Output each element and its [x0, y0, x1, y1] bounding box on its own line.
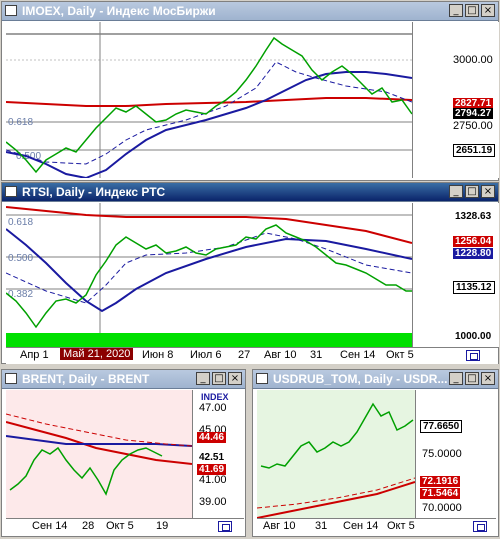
imoex-tick-3000: 3000.00 — [453, 54, 493, 66]
usdrub-date-oct5: Окт 5 — [387, 520, 415, 532]
maximize-button[interactable]: □ — [465, 185, 479, 198]
brent-tick-47: 47.00 — [199, 402, 227, 414]
imoex-price-axis[interactable]: 3000.00 2750.00 2827.71 2794.27 2651.19 — [412, 22, 499, 178]
rtsi-chart-window[interactable]: RTSI, Daily - Индекс РТС _ □ × 0.618 0.5… — [1, 182, 499, 364]
imoex-price-plot[interactable]: 0.618 0.500 — [6, 22, 412, 178]
usdrub-titlebar[interactable]: USDRUB_TOM, Daily - USDR... _ □ × — [253, 370, 498, 389]
brent-price-tag-red-upper: 44.46 — [197, 432, 227, 443]
chart-window-icon — [5, 373, 17, 384]
rtsi-date-31: 31 — [310, 349, 323, 361]
close-button[interactable]: × — [481, 4, 495, 17]
usdrub-price-tag-red-upper: 72.1916 — [420, 476, 461, 487]
imoex-price-tag-last: 2794.27 — [453, 108, 494, 119]
maximize-button[interactable]: □ — [212, 372, 226, 385]
usdrub-price-tag-last: 77.6650 — [420, 420, 463, 433]
rtsi-window-title: RTSI, Daily - Индекс РТС — [22, 185, 166, 199]
rtsi-fib-0618: 0.618 — [8, 217, 33, 228]
rtsi-ma-red — [6, 206, 412, 244]
brent-titlebar[interactable]: BRENT, Daily - BRENT _ □ × — [2, 370, 245, 389]
rtsi-price-tag-blue: 1228.80 — [453, 248, 494, 259]
close-button[interactable]: × — [481, 185, 495, 198]
imoex-ma-red — [6, 97, 412, 107]
brent-date-28: 28 — [82, 520, 95, 532]
minimize-button[interactable]: _ — [449, 372, 463, 385]
usdrub-price-axis[interactable]: 77.6650 75.0000 72.1916 71.5464 70.0000 — [415, 390, 497, 518]
brent-chart-svg — [6, 413, 192, 496]
rtsi-date-jun8: Июн 8 — [142, 349, 174, 361]
imoex-price-tag-fib: 2651.19 — [453, 144, 496, 157]
rtsi-date-sep14: Сен 14 — [340, 349, 376, 361]
rtsi-price-axis[interactable]: 1328.63 1256.04 1228.80 1135.12 1000.00 — [412, 203, 499, 347]
usdrub-tick-70: 70.0000 — [422, 502, 462, 514]
rtsi-date-apr1: Апр 1 — [20, 349, 49, 361]
brent-chart-window[interactable]: BRENT, Daily - BRENT _ □ × INDEX 47.00 4… — [1, 369, 246, 537]
usdrub-ma-red — [257, 481, 415, 518]
rtsi-titlebar[interactable]: RTSI, Daily - Индекс РТС _ □ × — [2, 183, 498, 202]
chart-window-icon — [256, 373, 268, 384]
brent-date-sep14: Сен 14 — [32, 520, 68, 532]
usdrub-date-sep14: Сен 14 — [343, 520, 379, 532]
brent-ma-blue — [6, 435, 192, 447]
brent-date-oct5: Окт 5 — [106, 520, 134, 532]
usdrub-price-plot[interactable] — [257, 390, 415, 518]
rtsi-price-tag-red: 1256.04 — [453, 236, 494, 247]
brent-price-tag-last: 42.51 — [197, 452, 227, 463]
rtsi-chart-svg: 0.618 0.500 0.382 — [6, 203, 412, 347]
usdrub-chart-window[interactable]: USDRUB_TOM, Daily - USDR... _ □ × 77.665… — [252, 369, 499, 537]
imoex-tick-2750: 2750.00 — [453, 120, 493, 132]
brent-tick-39: 39.00 — [199, 496, 227, 508]
rtsi-price-tag-high: 1328.63 — [453, 211, 494, 222]
minimize-button[interactable]: _ — [196, 372, 210, 385]
maximize-button[interactable]: □ — [465, 4, 479, 17]
usdrub-date-aug10: Авг 10 — [263, 520, 296, 532]
rtsi-price-tag-last: 1135.12 — [453, 281, 495, 294]
rtsi-ma-dash — [6, 232, 412, 304]
brent-date-19: 19 — [156, 520, 169, 532]
rtsi-volume-tag: 1000.00 — [453, 331, 494, 342]
rtsi-price-plot[interactable]: 0.618 0.500 0.382 — [6, 203, 412, 347]
brent-tick-41: 41.00 — [199, 474, 227, 486]
usdrub-date-31: 31 — [315, 520, 328, 532]
rtsi-date-27: 27 — [238, 349, 251, 361]
imoex-titlebar[interactable]: IMOEX, Daily - Индекс МосБиржи _ □ × — [2, 2, 498, 21]
rtsi-volume-bar — [6, 333, 412, 347]
imoex-ma-blue — [6, 71, 412, 178]
minimize-button[interactable]: _ — [449, 185, 463, 198]
scroll-to-end-icon[interactable] — [218, 521, 232, 532]
scroll-to-end-icon[interactable] — [466, 350, 480, 361]
close-button[interactable]: × — [481, 372, 495, 385]
rtsi-date-aug10: Авг 10 — [264, 349, 297, 361]
rtsi-date-axis[interactable]: Апр 1 Май 21, 2020 Июн 8 Июл 6 27 Авг 10… — [6, 347, 498, 364]
chart-window-icon — [5, 186, 17, 197]
imoex-chart-window[interactable]: IMOEX, Daily - Индекс МосБиржи _ □ × 0.6… — [1, 1, 499, 181]
imoex-window-title: IMOEX, Daily - Индекс МосБиржи — [22, 4, 216, 18]
usdrub-price-tag-red-lower: 71.5464 — [420, 488, 461, 499]
rtsi-fib-0500: 0.500 — [8, 253, 33, 264]
usdrub-tick-75: 75.0000 — [422, 448, 462, 460]
rtsi-date-oct5: Окт 5 — [386, 349, 414, 361]
brent-index-label: INDEX — [199, 392, 231, 402]
brent-price-axis[interactable]: INDEX 47.00 45.00 44.46 42.51 41.69 41.0… — [192, 390, 245, 518]
brent-date-axis[interactable]: Сен 14 28 Окт 5 19 — [6, 518, 244, 535]
usdrub-date-axis[interactable]: Авг 10 31 Сен 14 Окт 5 — [257, 518, 496, 535]
chart-window-icon — [5, 5, 17, 16]
brent-price-line — [9, 446, 163, 496]
usdrub-ma-red-dash — [257, 477, 415, 509]
brent-price-plot[interactable] — [6, 390, 192, 518]
rtsi-price-line — [6, 224, 412, 329]
minimize-button[interactable]: _ — [449, 4, 463, 17]
rtsi-date-jul6: Июл 6 — [190, 349, 222, 361]
usdrub-chart-svg — [257, 402, 415, 518]
imoex-chart-svg: 0.618 0.500 — [6, 22, 412, 178]
usdrub-price-line — [260, 402, 414, 469]
maximize-button[interactable]: □ — [465, 372, 479, 385]
scroll-to-end-icon[interactable] — [473, 521, 487, 532]
rtsi-date-cursor: Май 21, 2020 — [60, 348, 134, 360]
usdrub-window-title: USDRUB_TOM, Daily - USDR... — [273, 372, 448, 386]
brent-window-title: BRENT, Daily - BRENT — [22, 372, 150, 386]
imoex-fib-0618: 0.618 — [8, 117, 33, 128]
close-button[interactable]: × — [228, 372, 242, 385]
